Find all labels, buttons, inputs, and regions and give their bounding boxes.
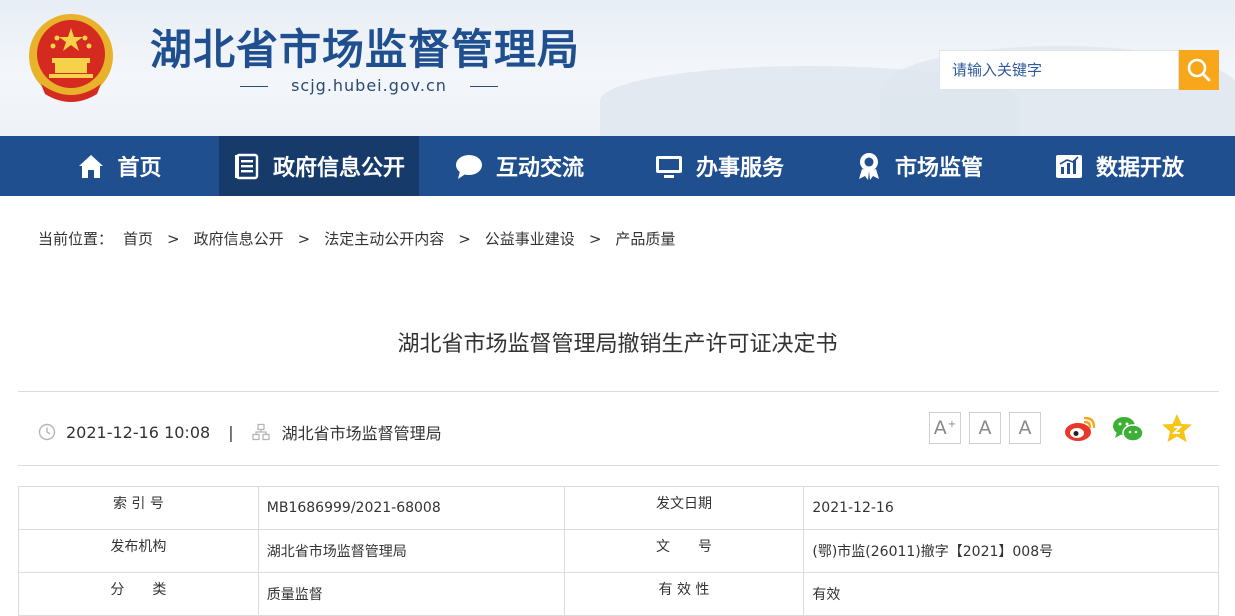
font-medium-label: A xyxy=(978,417,992,439)
document-info-table: 索 引 号 MB1686999/2021-68008 发文日期 2021-12-… xyxy=(18,486,1219,616)
chat-bubble-icon xyxy=(455,155,482,179)
nav-item-market-supervision[interactable]: 市场监管 xyxy=(819,136,1019,196)
search-button[interactable] xyxy=(1179,50,1219,90)
publish-datetime: 2021-12-16 10:08 xyxy=(66,422,211,442)
search-input[interactable] xyxy=(939,50,1179,90)
nav-label: 数据开放 xyxy=(1095,156,1184,181)
main-nav: 首页 政府信息公开 互动交流 办事服务 市场监管 数据开放 xyxy=(0,136,1235,196)
site-title[interactable]: 湖北省市场监督管理局 xyxy=(150,16,580,77)
breadcrumb-separator: > xyxy=(297,229,311,248)
category-label: 分 类 xyxy=(18,572,259,616)
index-number-value: MB1686999/2021-68008 xyxy=(257,486,565,530)
font-large-label: A xyxy=(933,417,947,439)
nav-label: 市场监管 xyxy=(894,156,983,181)
nav-item-home[interactable]: 首页 xyxy=(0,136,219,196)
site-header: 湖北省市场监督管理局 scjg.hubei.gov.cn xyxy=(0,0,1235,136)
search-icon xyxy=(1187,58,1211,82)
validity-value: 有效 xyxy=(803,572,1219,616)
nav-item-gov-info[interactable]: 政府信息公开 xyxy=(219,136,419,196)
validity-label: 有 效 性 xyxy=(563,572,805,616)
nav-item-services[interactable]: 办事服务 xyxy=(619,136,819,196)
breadcrumb: 当前位置： 首页 > 政府信息公开 > 法定主动公开内容 > 公益事业建设 > … xyxy=(38,228,675,249)
font-size-large-button[interactable]: A + xyxy=(929,412,961,444)
breadcrumb-statutory[interactable]: 法定主动公开内容 xyxy=(324,228,444,249)
publisher-label: 发布机构 xyxy=(18,529,259,573)
award-badge-icon xyxy=(858,153,879,180)
monitor-icon xyxy=(655,156,682,178)
publish-date-label: 发文日期 xyxy=(563,486,805,530)
article-meta: 2021-12-16 10:08 | 湖北省市场监督管理局 xyxy=(38,420,442,444)
weibo-icon[interactable] xyxy=(1063,412,1097,446)
breadcrumb-separator: > xyxy=(458,229,471,248)
breadcrumb-separator: > xyxy=(167,229,180,248)
table-row: 发布机构 湖北省市场监督管理局 文 号 (鄂)市监(26011)撤字【2021】… xyxy=(18,529,1219,573)
breadcrumb-public-welfare[interactable]: 公益事业建设 xyxy=(485,228,575,249)
nav-label: 互动交流 xyxy=(495,156,584,181)
national-emblem-icon xyxy=(29,14,113,102)
article-title: 湖北省市场监督管理局撤销生产许可证决定书 xyxy=(397,332,838,357)
publish-date-value: 2021-12-16 xyxy=(803,486,1219,530)
clock-icon xyxy=(38,423,56,441)
favorite-star-icon[interactable] xyxy=(1160,412,1194,446)
nav-item-interaction[interactable]: 互动交流 xyxy=(419,136,619,196)
breadcrumb-prefix: 当前位置： xyxy=(38,230,114,248)
nav-label: 首页 xyxy=(117,156,162,181)
table-row: 分 类 质量监督 有 效 性 有效 xyxy=(18,572,1219,616)
font-large-plus: + xyxy=(947,418,957,430)
publisher-value: 湖北省市场监督管理局 xyxy=(257,529,565,573)
site-url: scjg.hubei.gov.cn xyxy=(240,76,498,95)
font-small-label: A xyxy=(1018,417,1032,439)
nav-item-open-data[interactable]: 数据开放 xyxy=(1019,136,1219,196)
category-value: 质量监督 xyxy=(257,572,565,616)
organization-icon xyxy=(251,423,270,441)
divider xyxy=(18,391,1219,392)
document-number-value: (鄂)市监(26011)撤字【2021】008号 xyxy=(803,529,1219,573)
nav-label: 办事服务 xyxy=(695,156,784,181)
breadcrumb-gov-info[interactable]: 政府信息公开 xyxy=(194,228,284,249)
wechat-icon[interactable] xyxy=(1111,412,1145,446)
breadcrumb-separator: > xyxy=(588,229,602,248)
index-number-label: 索 引 号 xyxy=(18,486,259,530)
breadcrumb-product-quality[interactable]: 产品质量 xyxy=(615,228,675,249)
table-row: 索 引 号 MB1686999/2021-68008 发文日期 2021-12-… xyxy=(18,486,1219,530)
article-source: 湖北省市场监督管理局 xyxy=(281,424,442,443)
breadcrumb-home[interactable]: 首页 xyxy=(123,228,153,249)
font-size-medium-button[interactable]: A xyxy=(969,412,1001,444)
document-list-icon xyxy=(234,153,259,180)
font-size-small-button[interactable]: A xyxy=(1009,412,1041,444)
home-icon xyxy=(79,155,104,178)
document-number-label: 文 号 xyxy=(563,529,805,573)
bar-chart-icon xyxy=(1055,155,1082,178)
meta-separator: | xyxy=(228,422,234,442)
divider xyxy=(18,465,1219,466)
nav-label: 政府信息公开 xyxy=(272,156,405,181)
